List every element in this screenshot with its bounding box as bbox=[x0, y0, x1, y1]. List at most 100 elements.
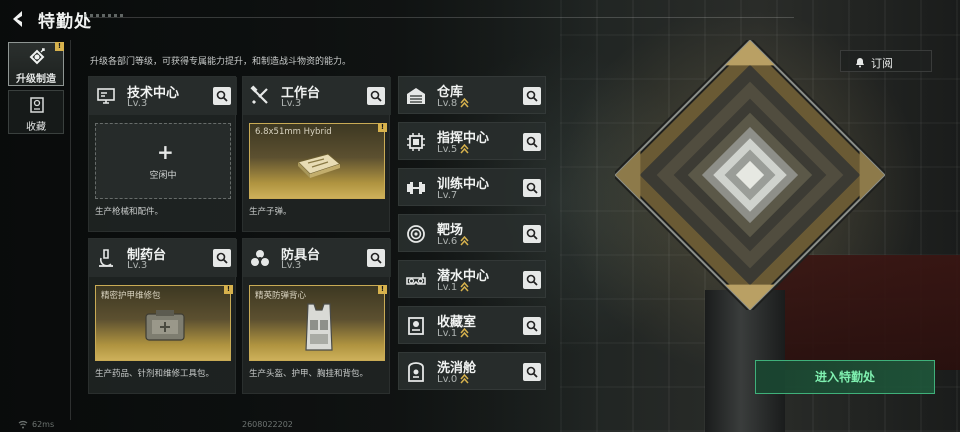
network-ping: 62ms bbox=[32, 420, 55, 429]
rail-item-upgrade[interactable]: ! 升级制造 bbox=[8, 42, 64, 86]
notification-badge: ! bbox=[378, 285, 387, 294]
search-button[interactable] bbox=[523, 87, 541, 105]
card-level: Lv.3 bbox=[127, 260, 148, 271]
card-description: 生产子弹。 bbox=[249, 207, 292, 217]
card-header: 技术中心 Lv.3 bbox=[89, 77, 237, 115]
search-icon bbox=[526, 228, 538, 240]
facility-level: Lv.7 bbox=[437, 190, 458, 201]
slot-status: 空闲中 bbox=[149, 171, 177, 181]
search-icon bbox=[526, 136, 538, 148]
monitor-icon bbox=[97, 88, 115, 104]
upgrade-arrow-icon bbox=[460, 98, 469, 108]
repair-kit-icon bbox=[145, 310, 185, 341]
enter-special-ops-button[interactable]: 进入特勤处 bbox=[755, 360, 935, 394]
search-icon bbox=[370, 252, 382, 264]
upgrade-icon bbox=[29, 48, 45, 65]
facility-command-center[interactable]: 指挥中心 Lv.5 bbox=[398, 122, 546, 160]
facility-level: Lv.1 bbox=[437, 328, 458, 339]
player-uid: 2608022202 bbox=[242, 420, 293, 429]
badge-icon bbox=[408, 317, 424, 335]
search-button[interactable] bbox=[523, 363, 541, 381]
ammo-box-icon bbox=[297, 153, 342, 178]
slot-item-name: 精密护甲维修包 bbox=[101, 291, 161, 301]
facility-shooting-range[interactable]: 靶场 Lv.6 bbox=[398, 214, 546, 252]
notification-badge: ! bbox=[55, 42, 64, 51]
target-icon bbox=[407, 225, 425, 243]
search-icon bbox=[526, 320, 538, 332]
upgrade-arrow-icon bbox=[460, 282, 469, 292]
warehouse-icon bbox=[407, 88, 425, 104]
notification-badge: ! bbox=[378, 123, 387, 132]
upgrade-arrow-icon bbox=[460, 328, 469, 338]
back-button[interactable] bbox=[8, 8, 30, 30]
search-button[interactable] bbox=[213, 249, 231, 267]
search-button[interactable] bbox=[523, 317, 541, 335]
bell-icon bbox=[856, 58, 864, 68]
card-armor-bench[interactable]: 防具台 Lv.3 ! 精英防弹背心 生产头盔、护甲、胸挂和背包。 bbox=[242, 238, 391, 394]
vest-icon bbox=[305, 303, 333, 351]
page-title: 特勤处 bbox=[38, 12, 92, 32]
search-icon bbox=[526, 366, 538, 378]
facility-diving-center[interactable]: 潜水中心 Lv.1 bbox=[398, 260, 546, 298]
slot-item-name: 6.8x51mm Hybrid bbox=[255, 127, 332, 137]
facility-level: Lv.0 bbox=[437, 374, 458, 385]
production-slot-item[interactable]: ! 精英防弹背心 bbox=[249, 285, 387, 361]
rail-item-label: 升级制造 bbox=[16, 74, 56, 85]
facility-level: Lv.8 bbox=[437, 98, 458, 109]
card-header: 工作台 Lv.3 bbox=[243, 77, 391, 115]
subscribe-label: 订阅 bbox=[871, 57, 893, 70]
page-subtitle: 升级各部门等级，可获得专属能力提升，和制造战斗物资的能力。 bbox=[90, 57, 352, 67]
diving-mask-icon bbox=[406, 273, 426, 285]
tools-icon bbox=[250, 85, 268, 105]
search-button[interactable] bbox=[523, 225, 541, 243]
rail-divider bbox=[70, 40, 71, 420]
card-tech-center[interactable]: 技术中心 Lv.3 + 空闲中 生产枪械和配件。 bbox=[88, 76, 237, 232]
armor-icon bbox=[251, 250, 269, 266]
facility-level: Lv.1 bbox=[437, 282, 458, 293]
header-divider bbox=[84, 17, 794, 18]
card-description: 生产头盔、护甲、胸挂和背包。 bbox=[249, 369, 369, 379]
chip-icon bbox=[407, 133, 425, 151]
search-button[interactable] bbox=[523, 133, 541, 151]
facility-warehouse[interactable]: 仓库 Lv.8 bbox=[398, 76, 546, 114]
facility-collection-room[interactable]: 收藏室 Lv.1 bbox=[398, 306, 546, 344]
card-workbench[interactable]: 工作台 Lv.3 ! 6.8x51mm Hybrid 生产子弹。 bbox=[242, 76, 391, 232]
collection-icon bbox=[30, 97, 44, 113]
search-icon bbox=[526, 182, 538, 194]
rail-item-collection[interactable]: 收藏 bbox=[8, 90, 64, 134]
rail-item-label: 收藏 bbox=[26, 122, 46, 133]
production-slot-idle[interactable]: + 空闲中 bbox=[95, 123, 231, 199]
search-button[interactable] bbox=[523, 179, 541, 197]
card-level: Lv.3 bbox=[127, 98, 148, 109]
card-header: 防具台 Lv.3 bbox=[243, 239, 391, 277]
upgrade-arrow-icon bbox=[460, 236, 469, 246]
facility-level: Lv.6 bbox=[437, 236, 458, 247]
facility-training-center[interactable]: 训练中心 Lv.7 bbox=[398, 168, 546, 206]
card-description: 生产药品、针剂和维修工具包。 bbox=[95, 369, 215, 379]
search-icon bbox=[526, 90, 538, 102]
upgrade-arrow-icon bbox=[460, 144, 469, 154]
card-header: 制药台 Lv.3 bbox=[89, 239, 237, 277]
special-ops-cube-illustration bbox=[611, 36, 889, 314]
plus-icon: + bbox=[157, 140, 174, 164]
card-description: 生产枪械和配件。 bbox=[95, 207, 164, 217]
search-button[interactable] bbox=[367, 249, 385, 267]
search-icon bbox=[216, 90, 228, 102]
facility-level: Lv.5 bbox=[437, 144, 458, 155]
upgrade-arrow-icon bbox=[460, 374, 469, 384]
search-button[interactable] bbox=[523, 271, 541, 289]
subscribe-button[interactable]: 订阅 bbox=[840, 50, 932, 72]
card-pharmacy[interactable]: 制药台 Lv.3 ! 精密护甲维修包 生产药品、针剂和维修工具包。 bbox=[88, 238, 237, 394]
wifi-icon bbox=[18, 420, 28, 429]
facility-decontamination-cabin[interactable]: 洗消舱 Lv.0 bbox=[398, 352, 546, 390]
top-header: 特勤处 bbox=[0, 0, 960, 40]
search-button[interactable] bbox=[367, 87, 385, 105]
search-button[interactable] bbox=[213, 87, 231, 105]
notification-badge: ! bbox=[224, 285, 233, 294]
production-slot-item[interactable]: ! 6.8x51mm Hybrid bbox=[249, 123, 387, 199]
slot-item-name: 精英防弹背心 bbox=[255, 291, 307, 301]
decon-icon bbox=[408, 362, 424, 382]
card-level: Lv.3 bbox=[281, 98, 302, 109]
search-icon bbox=[370, 90, 382, 102]
production-slot-item[interactable]: ! 精密护甲维修包 bbox=[95, 285, 233, 361]
